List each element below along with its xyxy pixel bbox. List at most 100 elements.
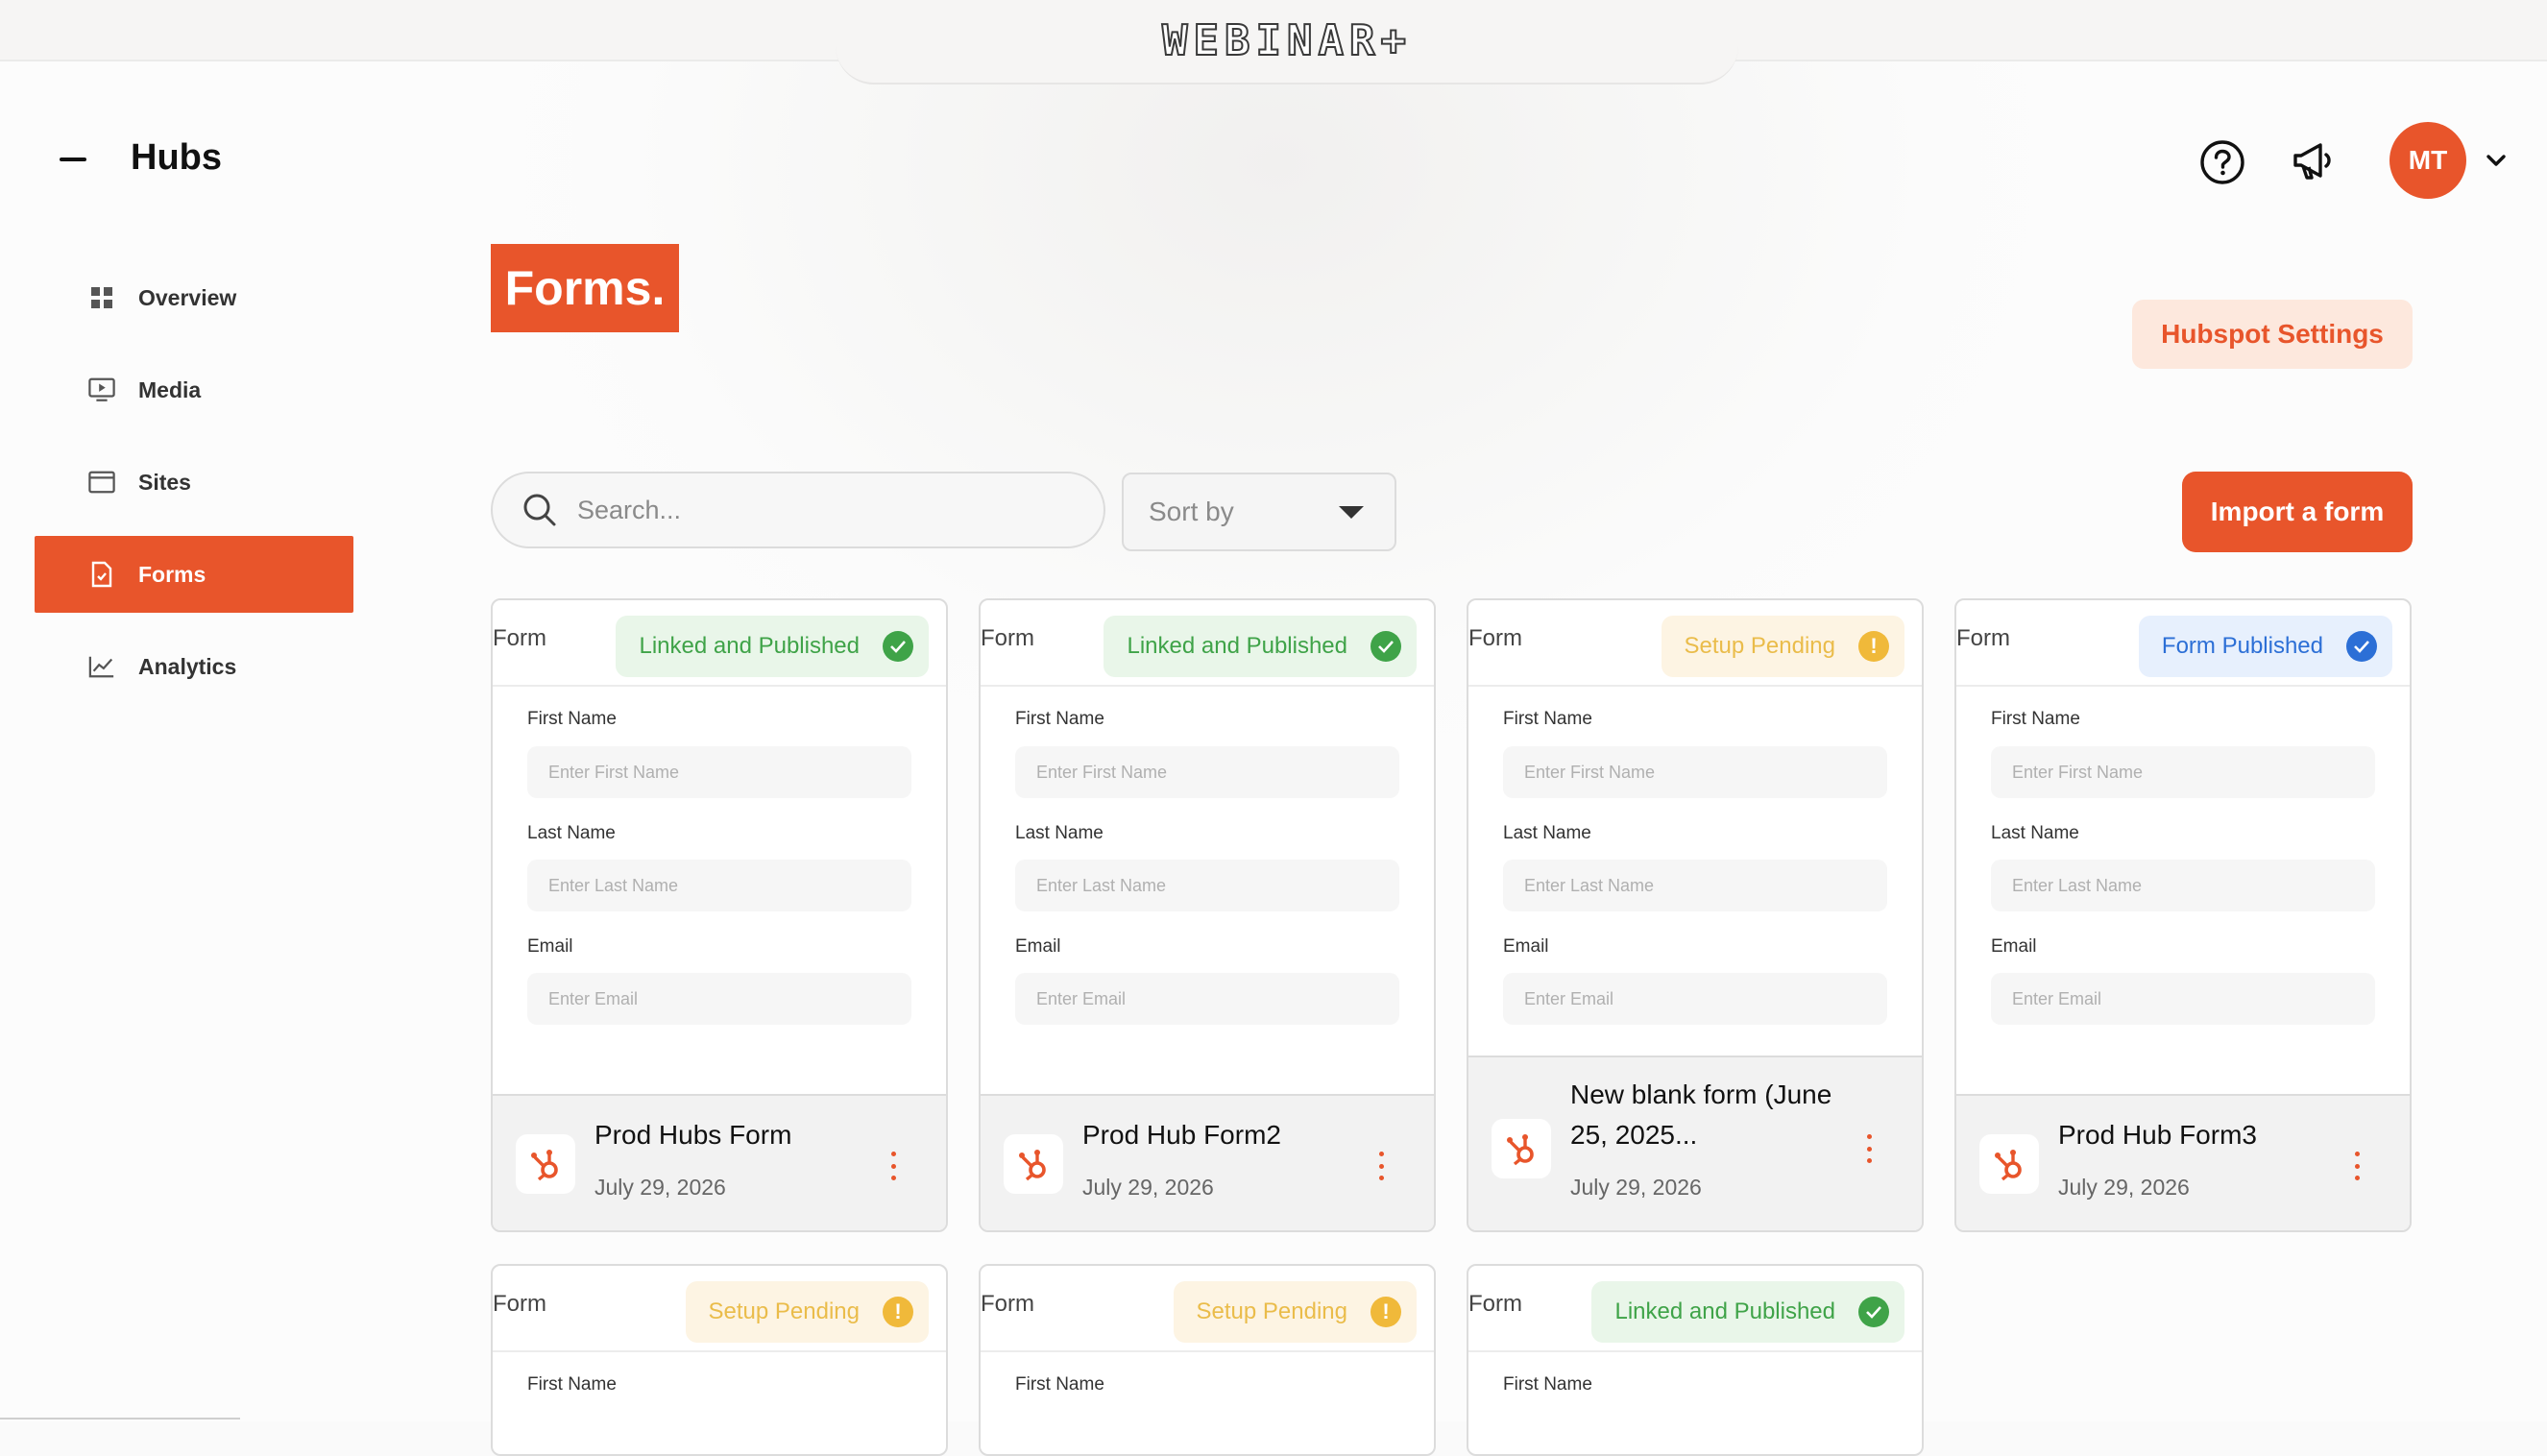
field-placeholder: Enter Email [1015, 973, 1399, 1025]
card-header: Form Setup Pending ! [1468, 600, 1922, 685]
field-placeholder: Enter First Name [1503, 746, 1887, 798]
page-title: Forms. [491, 244, 679, 332]
more-options-icon[interactable] [1376, 1152, 1386, 1180]
form-tag: Form [1956, 625, 2010, 651]
status-badge: Setup Pending ! [1661, 616, 1904, 677]
sidebar-item-media[interactable]: Media [35, 352, 353, 428]
divider [493, 685, 946, 687]
card-header: Form Linked and Published [981, 600, 1434, 685]
sidebar-item-label: Overview [138, 284, 237, 310]
minus-icon [60, 158, 86, 161]
more-options-icon[interactable] [2352, 1152, 2362, 1180]
field-label: Last Name [1991, 823, 2079, 843]
avatar[interactable]: MT [2389, 122, 2466, 199]
card-header: Form Linked and Published [493, 600, 946, 685]
browser-icon [88, 469, 115, 496]
hubspot-logo-icon [516, 1134, 575, 1194]
divider [981, 685, 1434, 687]
card-footer: New blank form (June 25, 2025... July 29… [1468, 1056, 1922, 1230]
field-label: First Name [1503, 1374, 1592, 1395]
form-card[interactable]: Form Linked and Published First Name [1467, 1264, 1924, 1456]
chart-line-icon [88, 653, 115, 680]
chevron-down-icon[interactable] [2482, 150, 2511, 171]
status-text: Linked and Published [1127, 633, 1347, 659]
more-options-icon[interactable] [1864, 1134, 1874, 1163]
form-name: Prod Hub Form2 [1082, 1120, 1281, 1150]
sidebar-item-forms[interactable]: Forms [35, 536, 353, 613]
card-footer: Prod Hub Form3 July 29, 2026 [1956, 1094, 2410, 1230]
form-name: New blank form (June 25, 2025... [1570, 1080, 1832, 1150]
sidebar-item-analytics[interactable]: Analytics [35, 628, 353, 705]
scroll-indicator [0, 1418, 240, 1420]
form-name: Prod Hub Form3 [2058, 1120, 2257, 1150]
hubspot-logo-icon [1492, 1119, 1551, 1178]
form-card[interactable]: Form Setup Pending ! First Name [491, 1264, 948, 1456]
field-label: First Name [1991, 709, 2080, 729]
help-icon[interactable] [2199, 139, 2245, 185]
megaphone-icon[interactable] [2290, 137, 2338, 185]
import-form-button[interactable]: Import a form [2182, 472, 2413, 552]
status-badge: Setup Pending ! [1173, 1281, 1417, 1343]
field-label: Email [1503, 936, 1549, 957]
sort-select[interactable]: Sort by [1122, 473, 1396, 551]
field-placeholder: Enter Last Name [1503, 860, 1887, 911]
field-label: First Name [1503, 709, 1592, 729]
status-badge: Setup Pending ! [685, 1281, 929, 1343]
field-label: Last Name [1015, 823, 1104, 843]
check-circle-icon [883, 631, 913, 662]
form-tag: Form [1468, 1291, 1522, 1317]
sidebar-item-label: Sites [138, 469, 191, 495]
card-header: Form Form Published [1956, 600, 2410, 685]
divider [1956, 685, 2410, 687]
check-circle-icon [2346, 631, 2377, 662]
form-name: Prod Hubs Form [594, 1120, 792, 1150]
card-footer: Prod Hubs Form July 29, 2026 [493, 1094, 946, 1230]
status-text: Setup Pending [1196, 1298, 1347, 1324]
field-placeholder: Enter Email [527, 973, 911, 1025]
status-text: Linked and Published [639, 633, 860, 659]
card-header: Form Setup Pending ! [493, 1266, 946, 1350]
hubspot-logo-icon [1004, 1134, 1063, 1194]
form-card[interactable]: Form Linked and Published First Name Ent… [979, 598, 1436, 1232]
hub-title: Hubs [131, 137, 222, 178]
search-box[interactable] [491, 472, 1105, 548]
logo-tab: WEBINAR+ [836, 0, 1738, 85]
field-placeholder: Enter First Name [1991, 746, 2375, 798]
field-label: First Name [527, 1374, 617, 1395]
card-footer: Prod Hub Form2 July 29, 2026 [981, 1094, 1434, 1230]
collapse-sidebar-button[interactable] [60, 144, 90, 175]
form-card[interactable]: Form Setup Pending ! First Name [979, 1264, 1436, 1456]
field-label: Email [527, 936, 573, 957]
search-input[interactable] [575, 494, 1079, 526]
form-card[interactable]: Form Linked and Published First Name Ent… [491, 598, 948, 1232]
card-header: Form Linked and Published [1468, 1266, 1922, 1350]
warning-circle-icon: ! [1858, 631, 1889, 662]
divider [981, 1350, 1434, 1352]
more-options-icon[interactable] [888, 1152, 898, 1180]
warning-circle-icon: ! [1371, 1297, 1401, 1327]
form-date: July 29, 2026 [1082, 1175, 1214, 1200]
form-tag: Form [981, 1291, 1034, 1317]
caret-down-icon [1339, 506, 1364, 519]
field-label: First Name [527, 709, 617, 729]
status-text: Setup Pending [708, 1298, 860, 1324]
hubspot-settings-button[interactable]: Hubspot Settings [2132, 300, 2413, 369]
form-date: July 29, 2026 [2058, 1175, 2190, 1200]
field-placeholder: Enter Email [1991, 973, 2375, 1025]
check-circle-icon [1858, 1297, 1889, 1327]
hubspot-logo-icon [1979, 1134, 2039, 1194]
media-icon [88, 376, 115, 403]
field-label: Last Name [1503, 823, 1591, 843]
status-text: Linked and Published [1614, 1298, 1835, 1324]
field-placeholder: Enter Last Name [1991, 860, 2375, 911]
field-label: Email [1991, 936, 2037, 957]
field-placeholder: Enter First Name [1015, 746, 1399, 798]
sidebar-item-sites[interactable]: Sites [35, 444, 353, 521]
form-card[interactable]: Form Form Published First Name Enter Fir… [1954, 598, 2412, 1232]
form-tag: Form [1468, 625, 1522, 651]
sort-label: Sort by [1149, 497, 1234, 526]
sidebar-item-overview[interactable]: Overview [35, 259, 353, 336]
field-label: Last Name [527, 823, 616, 843]
form-card[interactable]: Form Setup Pending ! First Name Enter Fi… [1467, 598, 1924, 1232]
card-header: Form Setup Pending ! [981, 1266, 1434, 1350]
